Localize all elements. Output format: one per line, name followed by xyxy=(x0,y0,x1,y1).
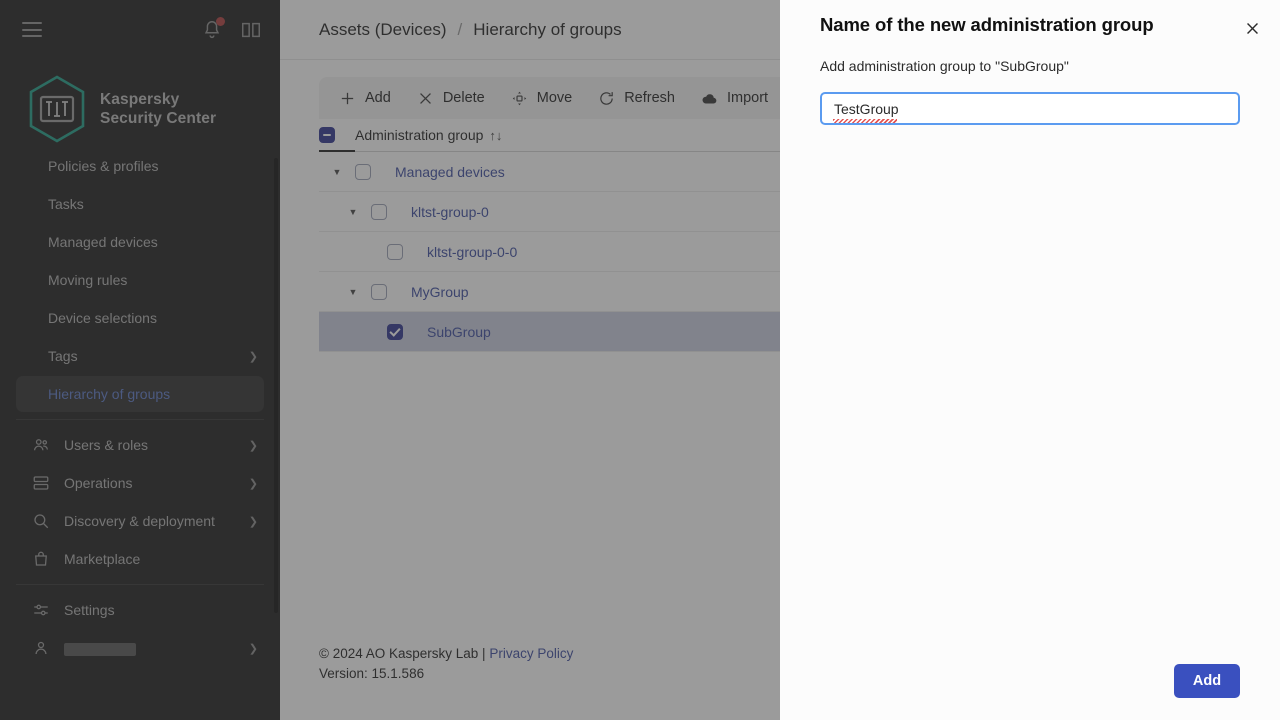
close-icon[interactable] xyxy=(1241,17,1263,39)
add-group-modal: Name of the new administration group Add… xyxy=(780,0,1280,720)
group-name-field-wrap xyxy=(820,92,1240,125)
app-root: Kaspersky Security Center Policies & pro… xyxy=(0,0,1280,720)
modal-overlay[interactable] xyxy=(0,0,780,720)
modal-title: Name of the new administration group xyxy=(820,14,1154,35)
group-name-input[interactable] xyxy=(820,92,1240,125)
add-confirm-button[interactable]: Add xyxy=(1174,664,1240,698)
modal-subtitle: Add administration group to "SubGroup" xyxy=(820,58,1069,74)
